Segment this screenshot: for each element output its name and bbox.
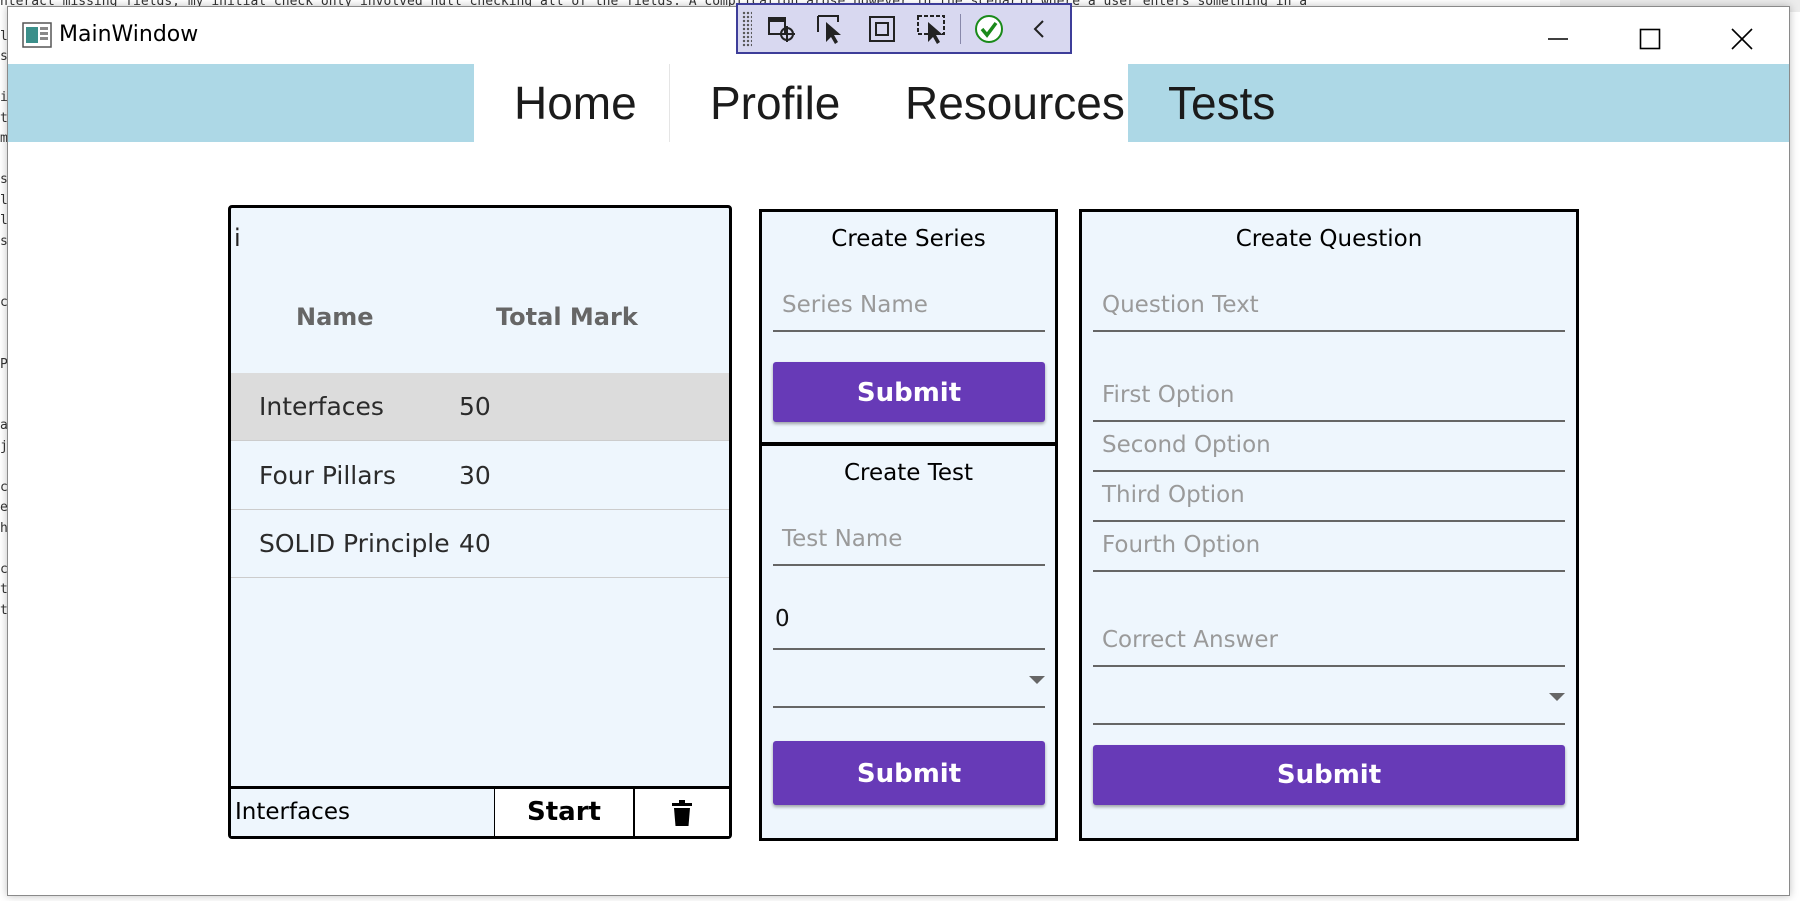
chevron-down-icon bbox=[1549, 693, 1565, 701]
track-focus-icon[interactable] bbox=[910, 8, 954, 50]
panel-text-i: i bbox=[234, 224, 241, 252]
tab-tests[interactable]: Tests bbox=[1128, 64, 1303, 142]
window-title: MainWindow bbox=[59, 22, 199, 47]
toolbar-separator bbox=[960, 13, 961, 44]
column-header-total-mark[interactable]: Total Mark bbox=[496, 303, 638, 331]
layout-adorner-icon[interactable] bbox=[860, 8, 904, 50]
nav-tabs: Home Profile Resources Tests bbox=[474, 64, 1303, 142]
chevron-down-icon bbox=[1029, 676, 1045, 684]
pointer-select-icon[interactable] bbox=[810, 8, 854, 50]
submit-series-button[interactable]: Submit bbox=[773, 362, 1045, 422]
tests-footer: Interfaces Start bbox=[231, 786, 729, 836]
column-header-name[interactable]: Name bbox=[296, 303, 374, 331]
app-window-icon bbox=[22, 22, 52, 48]
selected-test-field[interactable]: Interfaces bbox=[231, 789, 495, 836]
series-name-input[interactable]: Series Name bbox=[773, 282, 1045, 332]
cell-mark: 50 bbox=[459, 392, 491, 421]
maximize-icon bbox=[1639, 28, 1661, 50]
close-button[interactable] bbox=[1696, 13, 1788, 65]
tests-list-panel: i Name Total Mark Interfaces 50 Four Pil… bbox=[228, 205, 732, 839]
correct-answer-input[interactable]: Correct Answer bbox=[1093, 617, 1565, 667]
submit-test-button[interactable]: Submit bbox=[773, 741, 1045, 805]
table-row[interactable]: Interfaces 50 bbox=[231, 373, 729, 441]
cell-mark: 30 bbox=[459, 461, 491, 490]
select-element-icon[interactable] bbox=[760, 8, 804, 50]
toolbar-grip-handle[interactable] bbox=[742, 10, 752, 47]
hot-reload-check-icon[interactable] bbox=[967, 8, 1011, 50]
cell-mark: 40 bbox=[459, 529, 491, 558]
test-name-input[interactable]: Test Name bbox=[773, 516, 1045, 566]
nav-bar: Home Profile Resources Tests bbox=[8, 64, 1789, 142]
trash-icon bbox=[672, 799, 692, 826]
fourth-option-input[interactable]: Fourth Option bbox=[1093, 522, 1565, 572]
maximize-button[interactable] bbox=[1604, 13, 1696, 65]
test-select[interactable] bbox=[1093, 675, 1565, 725]
table-row[interactable]: SOLID Principle 40 bbox=[231, 510, 729, 578]
tab-home[interactable]: Home bbox=[474, 64, 670, 142]
first-option-input[interactable]: First Option bbox=[1093, 372, 1565, 422]
create-test-title: Create Test bbox=[843, 460, 974, 486]
question-text-input[interactable]: Question Text bbox=[1093, 282, 1565, 332]
second-option-input[interactable]: Second Option bbox=[1093, 422, 1565, 472]
series-select[interactable] bbox=[773, 658, 1045, 708]
create-series-panel: Create Series Series Name Submit bbox=[759, 209, 1058, 445]
create-test-panel: Create Test Test Name 0 Submit bbox=[759, 443, 1058, 841]
total-mark-input[interactable]: 0 bbox=[773, 596, 1045, 650]
xaml-debug-toolbar bbox=[736, 3, 1072, 54]
minimize-button[interactable] bbox=[1512, 13, 1604, 65]
minimize-icon bbox=[1548, 38, 1568, 40]
close-icon bbox=[1731, 28, 1753, 50]
delete-button[interactable] bbox=[635, 789, 729, 836]
cell-name: Four Pillars bbox=[259, 461, 396, 490]
title-bar[interactable]: MainWindow bbox=[8, 3, 1789, 65]
start-button[interactable]: Start bbox=[495, 789, 635, 836]
table-row[interactable]: Four Pillars 30 bbox=[231, 442, 729, 510]
collapse-chevron-icon[interactable] bbox=[1017, 8, 1061, 50]
create-question-title: Create Question bbox=[1235, 226, 1423, 252]
main-window: MainWindow Home Profile Resources Tests bbox=[7, 3, 1790, 896]
cell-name: SOLID Principle bbox=[259, 529, 450, 558]
create-question-panel: Create Question Question Text First Opti… bbox=[1079, 209, 1579, 841]
tab-profile[interactable]: Profile bbox=[670, 64, 865, 142]
tab-resources[interactable]: Resources bbox=[865, 64, 1128, 142]
create-series-title: Create Series bbox=[831, 226, 986, 252]
third-option-input[interactable]: Third Option bbox=[1093, 472, 1565, 522]
submit-question-button[interactable]: Submit bbox=[1093, 745, 1565, 805]
cell-name: Interfaces bbox=[259, 392, 384, 421]
